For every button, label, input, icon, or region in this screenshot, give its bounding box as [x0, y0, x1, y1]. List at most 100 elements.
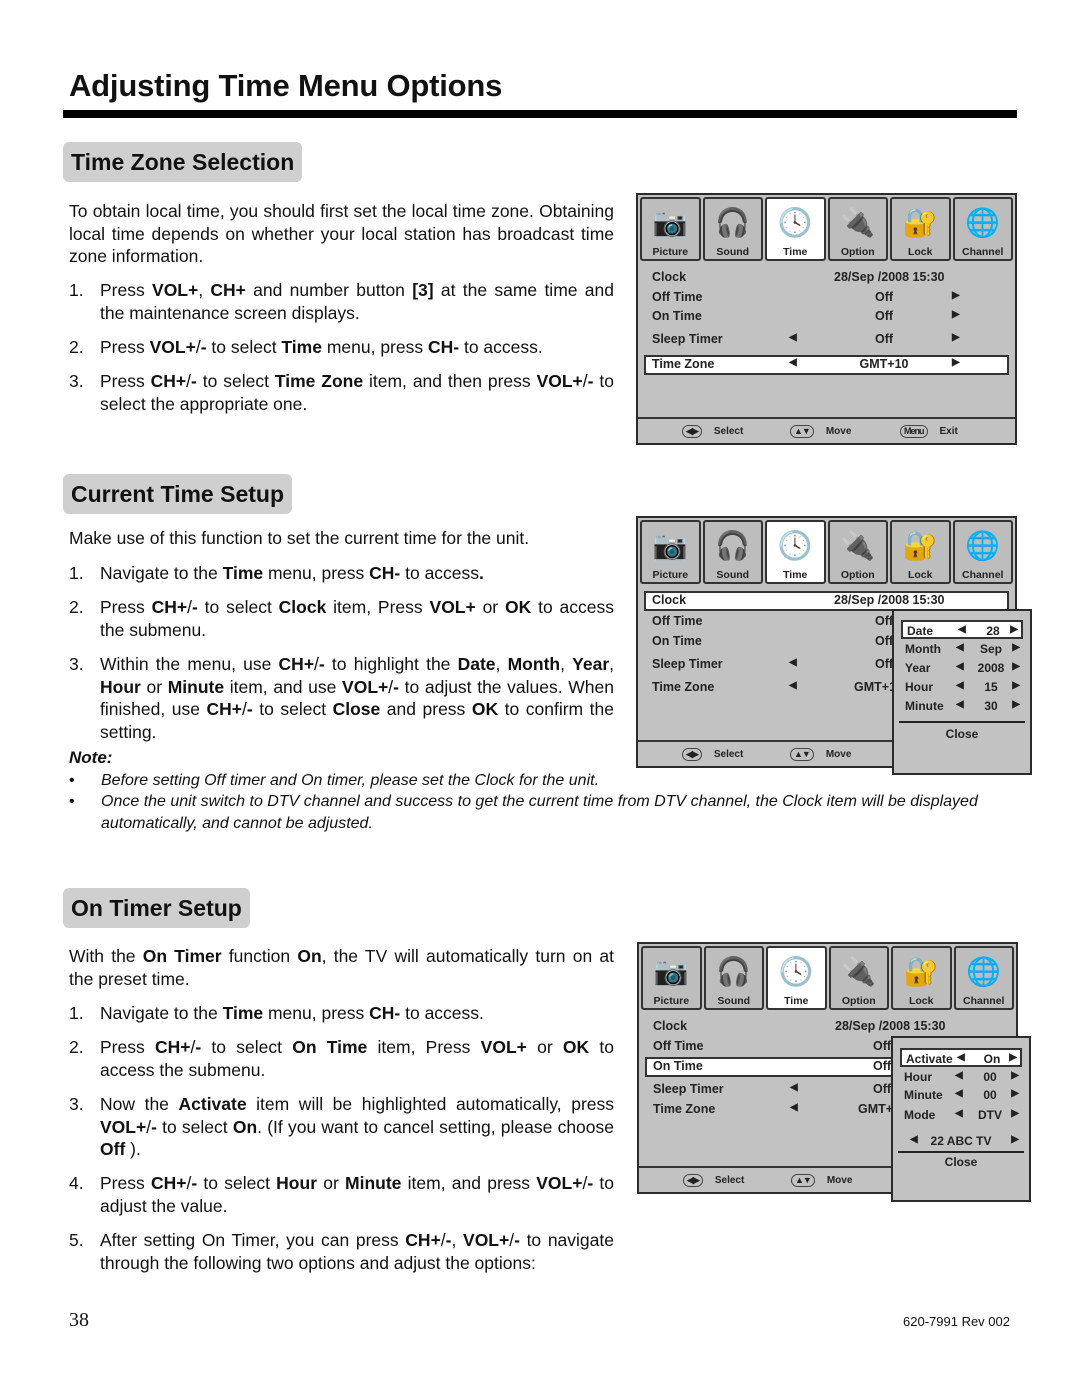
- menu-row-off-time[interactable]: Off Time Off ▶: [644, 288, 1009, 308]
- title-rule: [63, 110, 1017, 118]
- left-arrow-icon[interactable]: ◀: [956, 680, 964, 691]
- row-label: Off Time: [652, 290, 703, 304]
- tab-sound[interactable]: 🎧 Sound: [703, 946, 764, 1010]
- close-button[interactable]: Close: [893, 1155, 1029, 1169]
- right-arrow-icon[interactable]: ▶: [1012, 661, 1020, 672]
- left-arrow-icon[interactable]: ◀: [790, 1102, 798, 1113]
- submenu-row-hour[interactable]: Hour ◀ 15 ▶: [901, 678, 1023, 697]
- tab-time[interactable]: 🕓 Time: [765, 197, 826, 261]
- tab-label: Picture: [653, 995, 690, 1007]
- tab-picture[interactable]: 📷 Picture: [640, 197, 701, 261]
- menu-row-on-time[interactable]: On Time Off ▶: [644, 307, 1009, 327]
- submenu-row-minute[interactable]: Minute ◀ 30 ▶: [901, 697, 1023, 716]
- right-arrow-icon[interactable]: ▶: [1009, 1052, 1017, 1063]
- left-arrow-icon[interactable]: ◀: [955, 1070, 963, 1081]
- right-arrow-icon[interactable]: ▶: [952, 290, 960, 301]
- tab-option[interactable]: 🔌 Option: [827, 197, 888, 261]
- submenu-row-minute[interactable]: Minute ◀ 00 ▶: [900, 1086, 1022, 1105]
- right-arrow-icon[interactable]: ▶: [952, 332, 960, 343]
- step-number: 4.: [69, 1173, 84, 1193]
- tab-channel[interactable]: 🌐 Channel: [952, 197, 1013, 261]
- tab-option[interactable]: 🔌 Option: [828, 946, 889, 1010]
- headphones-icon: 🎧: [716, 956, 752, 987]
- tab-lock[interactable]: 🔐 Lock: [890, 197, 951, 261]
- menu-key-icon: Menu: [900, 425, 928, 438]
- submenu-row-month[interactable]: Month ◀ Sep ▶: [901, 640, 1023, 659]
- right-arrow-icon[interactable]: ▶: [952, 309, 960, 320]
- tab-time[interactable]: 🕓 Time: [765, 520, 826, 584]
- right-arrow-icon[interactable]: ▶: [952, 357, 960, 368]
- left-arrow-icon[interactable]: ◀: [789, 357, 797, 368]
- tv-menu-tabs: 📷 Picture 🎧 Sound 🕓 Time 🔌 Option 🔐 Lock 🌐 Cha…: [641, 946, 1014, 1010]
- up-down-key-icon: ▲▼: [790, 425, 814, 438]
- left-arrow-icon[interactable]: ◀: [956, 642, 964, 653]
- menu-row-clock[interactable]: Clock 28/Sep /2008 15:30: [644, 591, 1009, 611]
- tab-lock[interactable]: 🔐 Lock: [890, 520, 951, 584]
- submenu-row-activate[interactable]: Activate ◀ On ▶: [900, 1048, 1022, 1067]
- submenu-row-mode[interactable]: Mode ◀ DTV ▶: [900, 1106, 1022, 1125]
- left-arrow-icon[interactable]: ◀: [789, 332, 797, 343]
- row-label: Time Zone: [652, 680, 715, 694]
- tab-label: Time: [784, 995, 809, 1007]
- right-arrow-icon[interactable]: ▶: [1012, 680, 1020, 691]
- heading-on-timer-setup: On Timer Setup: [63, 888, 250, 928]
- row-label: Off Time: [652, 614, 703, 628]
- tab-channel[interactable]: 🌐 Channel: [952, 520, 1013, 584]
- submenu-row-hour[interactable]: Hour ◀ 00 ▶: [900, 1068, 1022, 1087]
- right-arrow-icon[interactable]: ▶: [1011, 1134, 1019, 1145]
- close-button[interactable]: Close: [894, 727, 1030, 741]
- tab-option[interactable]: 🔌 Option: [827, 520, 888, 584]
- row-value: Off: [873, 1059, 892, 1073]
- tab-sound[interactable]: 🎧 Sound: [702, 520, 763, 584]
- tab-channel[interactable]: 🌐 Channel: [953, 946, 1014, 1010]
- tab-label: Lock: [907, 246, 933, 258]
- step-text: Within the menu, use CH+/- to highlight …: [100, 654, 615, 742]
- right-arrow-icon[interactable]: ▶: [1011, 1070, 1019, 1081]
- left-arrow-icon[interactable]: ◀: [956, 699, 964, 710]
- note-label: Note:: [69, 748, 113, 767]
- left-arrow-icon[interactable]: ◀: [956, 661, 964, 672]
- tab-picture[interactable]: 📷 Picture: [640, 520, 701, 584]
- left-arrow-icon[interactable]: ◀: [957, 1052, 965, 1063]
- submenu-row-channel[interactable]: ◀ 22 ABC TV ▶: [900, 1132, 1022, 1151]
- tab-picture[interactable]: 📷 Picture: [641, 946, 702, 1010]
- current-time-step-1: 1. Navigate to the Time menu, press CH- t…: [69, 562, 614, 585]
- up-down-key-icon: ▲▼: [791, 1174, 815, 1187]
- page-title: Adjusting Time Menu Options: [69, 68, 503, 103]
- row-label: Hour: [905, 680, 933, 694]
- left-arrow-icon[interactable]: ◀: [910, 1134, 918, 1145]
- submenu-row-date[interactable]: Date ◀ 28 ▶: [901, 620, 1023, 639]
- time-zone-step-1: 1. Press VOL+, CH+ and number button [3] …: [69, 279, 614, 324]
- menu-row-clock[interactable]: Clock 28/Sep /2008 15:30: [644, 268, 1009, 288]
- tab-time[interactable]: 🕓 Time: [766, 946, 827, 1010]
- right-arrow-icon[interactable]: ▶: [1012, 699, 1020, 710]
- right-arrow-icon[interactable]: ▶: [1010, 624, 1018, 635]
- menu-row-sleep-timer[interactable]: Sleep Timer ◀ Off ▶: [644, 330, 1009, 350]
- tab-label: Picture: [652, 569, 689, 581]
- note-item: • Before setting Off timer and On timer, …: [69, 770, 1019, 792]
- right-arrow-icon[interactable]: ▶: [1011, 1088, 1019, 1099]
- right-arrow-icon[interactable]: ▶: [1012, 642, 1020, 653]
- right-arrow-icon[interactable]: ▶: [1011, 1108, 1019, 1119]
- left-arrow-icon[interactable]: ◀: [955, 1088, 963, 1099]
- menu-row-clock[interactable]: Clock 28/Sep /2008 15:30: [645, 1017, 1010, 1037]
- connector-icon: 🔌: [840, 530, 876, 561]
- step-number: 1.: [69, 563, 84, 583]
- row-value: Off: [873, 1082, 892, 1096]
- left-right-key-icon: ◀▶: [683, 1174, 703, 1187]
- row-value: Off: [874, 309, 894, 323]
- tv-time-menu-timezone: 📷 Picture 🎧 Sound 🕓 Time 🔌 Option 🔐 Lock 🌐 Cha…: [636, 193, 1017, 445]
- left-arrow-icon[interactable]: ◀: [958, 624, 966, 635]
- row-value: 28/Sep /2008 15:30: [834, 593, 945, 607]
- left-arrow-icon[interactable]: ◀: [789, 680, 797, 691]
- tab-sound[interactable]: 🎧 Sound: [702, 197, 763, 261]
- hint-label: Select: [713, 426, 744, 437]
- tab-lock[interactable]: 🔐 Lock: [891, 946, 952, 1010]
- menu-row-time-zone[interactable]: Time Zone ◀ GMT+10 ▶: [644, 355, 1009, 375]
- submenu-divider: [898, 1151, 1024, 1153]
- left-arrow-icon[interactable]: ◀: [790, 1082, 798, 1093]
- camera-icon: 📷: [652, 207, 688, 238]
- left-arrow-icon[interactable]: ◀: [789, 657, 797, 668]
- left-arrow-icon[interactable]: ◀: [955, 1108, 963, 1119]
- submenu-row-year[interactable]: Year ◀ 2008 ▶: [901, 659, 1023, 678]
